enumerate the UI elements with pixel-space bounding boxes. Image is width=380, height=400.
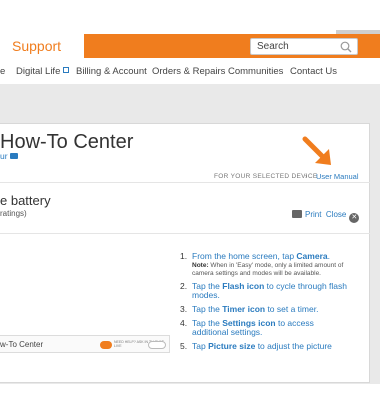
page-title: How-To Center <box>0 131 134 153</box>
nav-item-billing[interactable]: Billing & Account <box>76 66 147 77</box>
step-number: 1. <box>180 251 188 261</box>
step-item: 1. From the home screen, tap Camera. Not… <box>180 252 350 277</box>
step-number: 2. <box>180 281 188 291</box>
step-text-end: to set a timer. <box>265 304 319 314</box>
tour-icon <box>9 153 18 159</box>
note-label: Note: <box>192 262 209 269</box>
search-icon[interactable] <box>339 40 353 54</box>
step-keyword: Picture size <box>208 341 256 351</box>
step-item: 2. Tap the Flash icon to cycle through f… <box>180 282 350 300</box>
nav-item-partial[interactable]: e <box>0 66 5 77</box>
step-item: 4. Tap the Settings icon to access addit… <box>180 319 350 337</box>
print-link[interactable]: Print <box>305 210 321 219</box>
divider <box>0 233 370 234</box>
tutorial-title: e battery <box>0 193 51 208</box>
step-number: 3. <box>180 304 188 314</box>
nav-item-contact[interactable]: Contact Us <box>290 66 337 77</box>
user-manual-link[interactable]: User Manual <box>316 172 359 181</box>
chat-badge-icon[interactable] <box>100 341 112 349</box>
device-preview-bar: w-To Center NEED HELP? ASK IN TH CHAT LI… <box>0 335 170 353</box>
step-item: 3. Tap the Timer icon to set a timer. <box>180 305 350 314</box>
nav-item-label: Digital Life <box>16 66 61 77</box>
support-label[interactable]: Support <box>12 38 61 54</box>
external-link-icon <box>63 67 70 73</box>
search-placeholder: Search <box>257 41 289 52</box>
breadcrumb-separator: › <box>305 173 308 180</box>
arrow-pointer-icon <box>302 136 331 165</box>
instruction-steps: 1. From the home screen, tap Camera. Not… <box>180 252 350 356</box>
search-input[interactable]: Search <box>250 38 358 55</box>
preview-toggle[interactable] <box>148 341 166 349</box>
nav-item-digital-life[interactable]: Digital Life <box>16 66 70 77</box>
tour-link[interactable]: ur <box>0 151 18 161</box>
divider <box>0 182 370 183</box>
selected-device-label: FOR YOUR SELECTED DEVICE <box>214 173 318 180</box>
print-close-controls: Print Close ✕ <box>292 210 360 223</box>
main-nav: e Digital Life Billing & Account Orders … <box>0 62 380 82</box>
step-number: 4. <box>180 318 188 328</box>
printer-icon[interactable] <box>292 210 302 218</box>
step-text: From the home screen, tap <box>192 251 297 261</box>
preview-title: w-To Center <box>0 340 44 349</box>
step-keyword: Flash icon <box>222 281 265 291</box>
note-text: When in 'Easy' mode, only a limited amou… <box>192 262 344 277</box>
step-item: 5. Tap Picture size to adjust the pictur… <box>180 342 350 351</box>
step-number: 5. <box>180 341 188 351</box>
ratings-count: ratings) <box>0 209 27 218</box>
close-link[interactable]: Close <box>326 210 346 219</box>
step-keyword: Camera <box>296 251 328 261</box>
step-keyword: Timer icon <box>222 304 266 314</box>
tour-link-label: ur <box>0 151 8 161</box>
nav-item-orders[interactable]: Orders & Repairs <box>152 66 225 77</box>
step-text-end: to adjust the picture <box>255 341 332 351</box>
close-icon[interactable]: ✕ <box>349 213 360 223</box>
step-text-end: . <box>327 251 330 261</box>
step-text: Tap the <box>192 304 223 314</box>
step-text: Tap <box>192 341 209 351</box>
nav-item-communities[interactable]: Communities <box>228 66 283 77</box>
step-note: Note: When in 'Easy' mode, only a limite… <box>192 262 350 277</box>
